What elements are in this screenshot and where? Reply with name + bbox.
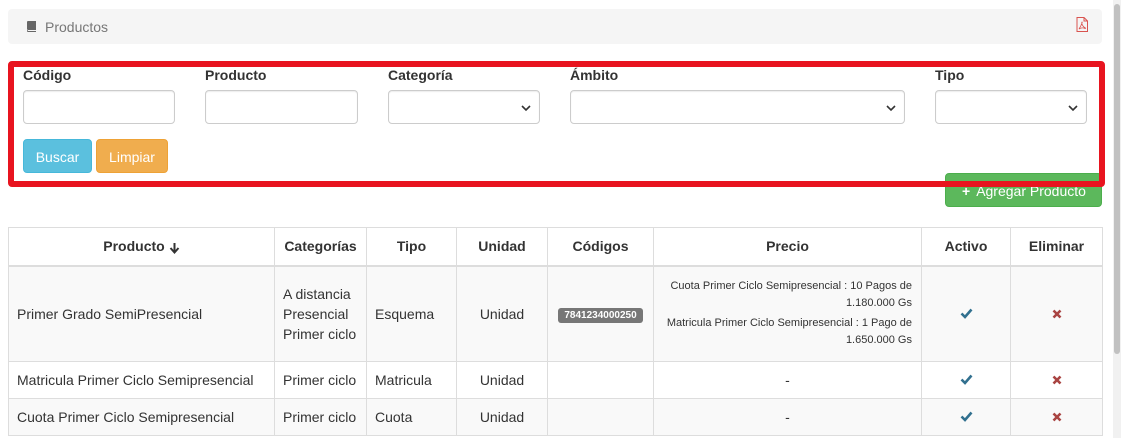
check-icon[interactable]	[960, 374, 973, 385]
cell-unidad: Unidad	[456, 398, 548, 436]
cell-categorias: Primer ciclo	[274, 361, 367, 399]
plus-icon: +	[962, 183, 971, 199]
cell-tipo: Esquema	[366, 265, 457, 362]
cell-tipo: Cuota	[366, 398, 457, 436]
table-row[interactable]: Primer Grado SemiPresencial A distancia …	[8, 265, 1103, 362]
scrollbar-thumb[interactable]	[1114, 4, 1120, 354]
codigo-input[interactable]	[23, 90, 175, 124]
table-row[interactable]: Matricula Primer Ciclo Semipresencial Pr…	[8, 361, 1103, 399]
delete-icon[interactable]	[1052, 412, 1062, 422]
delete-icon[interactable]	[1052, 375, 1062, 385]
chevron-down-icon	[521, 105, 531, 112]
categoria-label: Categoría	[388, 67, 453, 83]
table-row[interactable]: Cuota Primer Ciclo Semipresencial Primer…	[8, 398, 1103, 436]
tipo-label: Tipo	[935, 67, 965, 83]
cell-producto: Matricula Primer Ciclo Semipresencial	[8, 361, 275, 399]
header-categorias: Categorías	[274, 227, 367, 267]
tipo-select[interactable]	[935, 90, 1087, 124]
cell-categorias: Primer ciclo	[274, 398, 367, 436]
producto-label: Producto	[205, 67, 267, 83]
cell-unidad: Unidad	[456, 265, 548, 362]
ambito-select[interactable]	[570, 90, 905, 124]
panel-title: Productos	[45, 19, 109, 35]
cell-eliminar[interactable]	[1010, 265, 1103, 362]
header-tipo: Tipo	[366, 227, 457, 267]
file-pdf-icon[interactable]	[1076, 17, 1088, 32]
table-header-row: Producto Categorías Tipo Unidad Códigos …	[8, 227, 1103, 267]
cell-precio: -	[653, 398, 922, 436]
delete-icon[interactable]	[1052, 309, 1062, 319]
check-icon[interactable]	[960, 411, 973, 422]
cell-precio: -	[653, 361, 922, 399]
limpiar-button[interactable]: Limpiar	[96, 139, 168, 173]
agregar-producto-button[interactable]: + Agregar Producto	[945, 173, 1102, 207]
cell-codigos	[547, 398, 654, 436]
chevron-down-icon	[886, 105, 896, 112]
cell-codigos	[547, 361, 654, 399]
cell-producto: Primer Grado SemiPresencial	[8, 265, 275, 362]
panel-heading: Productos	[8, 9, 1102, 44]
header-codigos: Códigos	[547, 227, 654, 267]
cell-tipo: Matricula	[366, 361, 457, 399]
header-precio: Precio	[653, 227, 922, 267]
code-badge: 7841234000250	[558, 307, 643, 323]
header-unidad: Unidad	[456, 227, 548, 267]
cell-activo[interactable]	[921, 265, 1011, 362]
chevron-down-icon	[1068, 105, 1078, 112]
header-producto[interactable]: Producto	[8, 227, 275, 267]
check-icon[interactable]	[960, 308, 973, 319]
productos-table: Producto Categorías Tipo Unidad Códigos …	[8, 227, 1103, 436]
cell-unidad: Unidad	[456, 361, 548, 399]
header-activo: Activo	[921, 227, 1011, 267]
cell-activo[interactable]	[921, 398, 1011, 436]
arrow-down-icon	[169, 242, 179, 254]
cell-producto: Cuota Primer Ciclo Semipresencial	[8, 398, 275, 436]
book-icon	[27, 21, 36, 32]
cell-precio: Cuota Primer Ciclo Semipresencial : 10 P…	[653, 265, 922, 362]
header-eliminar: Eliminar	[1010, 227, 1103, 267]
cell-eliminar[interactable]	[1010, 398, 1103, 436]
categoria-select[interactable]	[388, 90, 540, 124]
buscar-button[interactable]: Buscar	[23, 139, 92, 173]
cell-eliminar[interactable]	[1010, 361, 1103, 399]
cell-activo[interactable]	[921, 361, 1011, 399]
cell-codigos: 7841234000250	[547, 265, 654, 362]
scrollbar[interactable]	[1113, 0, 1121, 438]
ambito-label: Ámbito	[570, 67, 619, 83]
agregar-producto-label: Agregar Producto	[976, 183, 1086, 199]
cell-categorias: A distancia Presencial Primer ciclo	[274, 265, 367, 362]
codigo-label: Código	[23, 67, 72, 83]
producto-input[interactable]	[205, 90, 358, 124]
